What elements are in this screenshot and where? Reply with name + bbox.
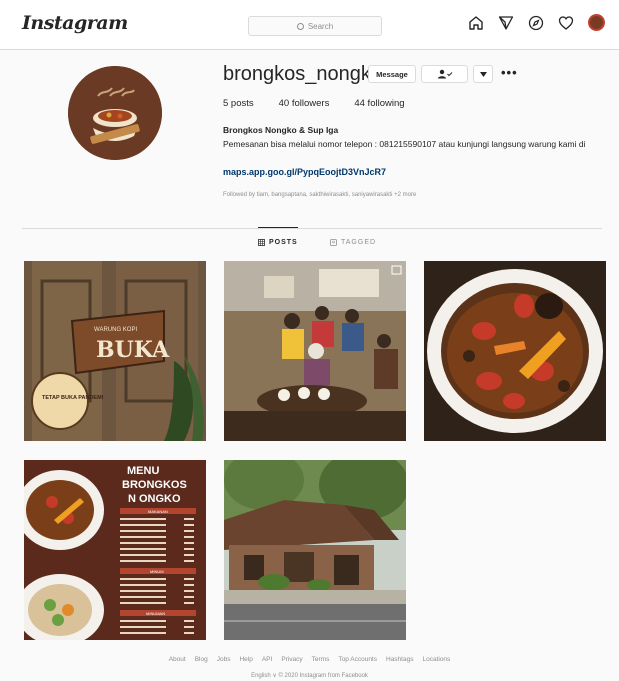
post-image-menu: MENU BRONGKOS N ONGKO MAKANAN MINUM MINU… — [24, 460, 206, 640]
footer-link[interactable]: Jobs — [217, 656, 231, 663]
activity-icon[interactable] — [558, 15, 574, 31]
top-nav: Instagram Search — [0, 0, 619, 50]
post-thumbnail[interactable]: BUKA WARUNG KOPI TETAP BUKA PANDEMI — [24, 261, 206, 441]
post-sign-top-text: WARUNG KOPI — [94, 327, 137, 333]
search-icon — [296, 22, 304, 30]
footer-link[interactable]: Help — [239, 656, 252, 663]
post-badge-text: TETAP BUKA PANDEMI — [42, 395, 104, 401]
post-thumbnail[interactable]: MENU BRONGKOS N ONGKO MAKANAN MINUM MINU… — [24, 460, 206, 640]
footer-link[interactable]: Blog — [195, 656, 208, 663]
tab-posts-label: POSTS — [269, 239, 298, 246]
tab-posts[interactable]: POSTS — [258, 239, 298, 246]
post-image-warung-building — [224, 460, 406, 640]
footer-link[interactable]: Privacy — [281, 656, 302, 663]
post-image-brongkos-dish — [424, 261, 606, 441]
tab-tagged[interactable]: TAGGED — [330, 239, 376, 246]
menu-section-label: MINUM — [150, 569, 164, 574]
footer-link[interactable]: API — [262, 656, 272, 663]
post-thumbnail[interactable] — [424, 261, 606, 441]
post-thumbnail[interactable] — [224, 460, 406, 640]
footer-link[interactable]: Hashtags — [386, 656, 413, 663]
nav-icons — [468, 14, 605, 31]
person-check-icon — [437, 69, 452, 79]
following-count[interactable]: 44 following — [354, 98, 404, 109]
menu-title: N ONGKO — [128, 493, 181, 505]
footer-link[interactable]: Terms — [312, 656, 330, 663]
followed-by-text[interactable]: Followed by tiam, bangsaptana, sakthiwir… — [223, 192, 416, 198]
footer-link[interactable]: Locations — [422, 656, 450, 663]
more-options-icon[interactable]: ••• — [501, 65, 518, 80]
home-icon[interactable] — [468, 15, 484, 31]
following-button[interactable] — [421, 65, 468, 83]
menu-section-label: MAKANAN — [148, 509, 168, 514]
profile-logo-graphic — [68, 66, 162, 160]
profile-avatar[interactable] — [588, 14, 605, 31]
menu-title: BRONGKOS — [122, 479, 187, 491]
post-image-customers — [224, 261, 406, 441]
profile-website-link[interactable]: maps.app.goo.gl/PypqEoojtD3VnJcR7 — [223, 167, 386, 177]
footer-link[interactable]: About — [169, 656, 186, 663]
search-placeholder: Search — [307, 21, 334, 31]
posts-count: 5 posts — [223, 98, 254, 109]
explore-icon[interactable] — [528, 15, 544, 31]
footer-links: About Blog Jobs Help API Privacy Terms T… — [0, 656, 619, 663]
tag-icon — [330, 239, 337, 246]
profile-stats: 5 posts 40 followers 44 following — [223, 98, 405, 109]
profile-username: brongkos_nongko — [223, 63, 383, 85]
grid-icon — [258, 239, 265, 246]
instagram-logo[interactable]: Instagram — [22, 12, 128, 34]
footer-link[interactable]: Top Accounts — [338, 656, 377, 663]
direct-icon[interactable] — [498, 15, 514, 31]
tabs-divider — [22, 228, 602, 229]
menu-section-label: MINUMAN — [146, 611, 165, 616]
chevron-down-icon — [479, 71, 487, 77]
menu-title: MENU — [127, 465, 159, 477]
profile-bio: Pemesanan bisa melalui nomor telepon : 0… — [223, 139, 586, 149]
message-button[interactable]: Message — [368, 65, 416, 83]
search-input[interactable]: Search — [248, 16, 382, 36]
followers-count[interactable]: 40 followers — [279, 98, 330, 109]
post-sign-text: BUKA — [96, 337, 170, 363]
post-thumbnail[interactable] — [224, 261, 406, 441]
footer-copyright: English ∨ © 2020 Instagram from Facebook — [251, 673, 368, 679]
active-tab-indicator — [258, 227, 298, 228]
suggestions-button[interactable] — [473, 65, 493, 83]
post-image-shop-door: BUKA WARUNG KOPI TETAP BUKA PANDEMI — [24, 261, 206, 441]
profile-full-name: Brongkos Nongko & Sup Iga — [223, 125, 339, 135]
profile-picture[interactable] — [68, 66, 162, 160]
tab-tagged-label: TAGGED — [341, 239, 377, 246]
